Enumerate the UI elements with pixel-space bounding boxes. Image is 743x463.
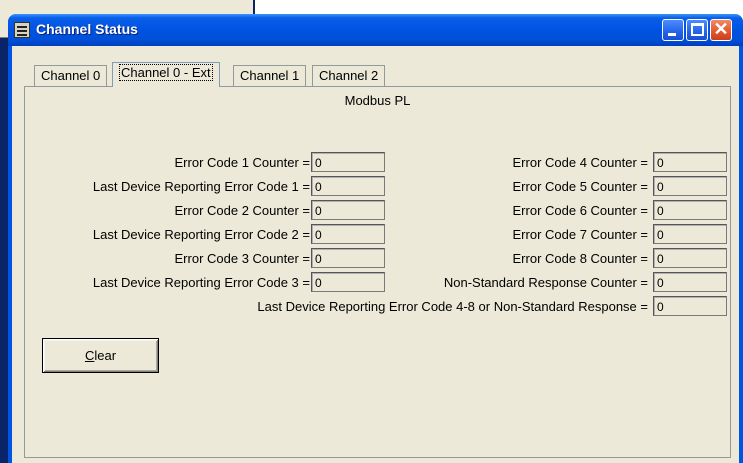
- clear-button-label: Clear: [84, 348, 117, 363]
- tab-label: Channel 0: [41, 68, 101, 83]
- clear-button[interactable]: Clear: [42, 338, 159, 373]
- maximize-button[interactable]: [686, 19, 708, 41]
- window-title: Channel Status: [36, 21, 138, 37]
- last-device-error-code-4-8-field[interactable]: 0: [653, 296, 727, 316]
- error-code-3-counter-field[interactable]: 0: [311, 248, 385, 268]
- last-device-error-code-2-field[interactable]: 0: [311, 224, 385, 244]
- last-device-error-code-2-label: Last Device Reporting Error Code 2 =: [92, 227, 310, 242]
- clear-accesskey: C: [84, 348, 95, 363]
- error-code-5-counter-label: Error Code 5 Counter =: [512, 179, 648, 194]
- error-code-8-counter-field[interactable]: 0: [653, 248, 727, 268]
- tab-label: Channel 2: [319, 68, 379, 83]
- non-standard-response-counter-label: Non-Standard Response Counter =: [443, 275, 648, 290]
- close-icon: ✕: [713, 19, 729, 39]
- last-device-error-code-3-field[interactable]: 0: [311, 272, 385, 292]
- protocol-label: Modbus PL: [344, 93, 411, 108]
- channel-status-app-icon[interactable]: [14, 22, 30, 38]
- error-code-8-counter-label: Error Code 8 Counter =: [512, 251, 648, 266]
- channel-status-window: Channel Status ✕ Channel 0 Channel 0 - E…: [8, 14, 743, 463]
- error-code-6-counter-label: Error Code 6 Counter =: [512, 203, 648, 218]
- tab-label: Channel 0 - Ext: [119, 64, 213, 81]
- tab-channel-2[interactable]: Channel 2: [312, 65, 386, 86]
- minimize-icon: [668, 33, 676, 36]
- error-code-6-counter-field[interactable]: 0: [653, 200, 727, 220]
- maximize-icon: [691, 23, 704, 36]
- error-code-2-counter-label: Error Code 2 Counter =: [174, 203, 310, 218]
- minimize-button[interactable]: [662, 19, 684, 41]
- close-button[interactable]: ✕: [710, 19, 732, 41]
- error-code-7-counter-field[interactable]: 0: [653, 224, 727, 244]
- error-code-4-counter-label: Error Code 4 Counter =: [512, 155, 648, 170]
- last-device-error-code-1-field[interactable]: 0: [311, 176, 385, 196]
- error-code-5-counter-field[interactable]: 0: [653, 176, 727, 196]
- error-code-7-counter-label: Error Code 7 Counter =: [512, 227, 648, 242]
- tab-channel-0[interactable]: Channel 0: [34, 65, 108, 86]
- last-device-error-code-3-label: Last Device Reporting Error Code 3 =: [92, 275, 310, 290]
- tab-label: Channel 1: [240, 68, 300, 83]
- title-bar[interactable]: Channel Status ✕: [8, 14, 743, 46]
- tab-panel: Modbus PL Error Code 1 Counter = Last De…: [24, 86, 731, 458]
- error-code-1-counter-label: Error Code 1 Counter =: [174, 155, 310, 170]
- non-standard-response-counter-field[interactable]: 0: [653, 272, 727, 292]
- error-code-2-counter-field[interactable]: 0: [311, 200, 385, 220]
- error-code-4-counter-field[interactable]: 0: [653, 152, 727, 172]
- tab-channel-0-ext[interactable]: Channel 0 - Ext: [112, 62, 220, 87]
- error-code-1-counter-field[interactable]: 0: [311, 152, 385, 172]
- window-client-area: Channel 0 Channel 0 - Ext Channel 1 Chan…: [12, 46, 739, 463]
- last-device-error-code-4-8-label: Last Device Reporting Error Code 4-8 or …: [257, 299, 648, 314]
- error-code-3-counter-label: Error Code 3 Counter =: [174, 251, 310, 266]
- last-device-error-code-1-label: Last Device Reporting Error Code 1 =: [92, 179, 310, 194]
- tab-channel-1[interactable]: Channel 1: [233, 65, 307, 86]
